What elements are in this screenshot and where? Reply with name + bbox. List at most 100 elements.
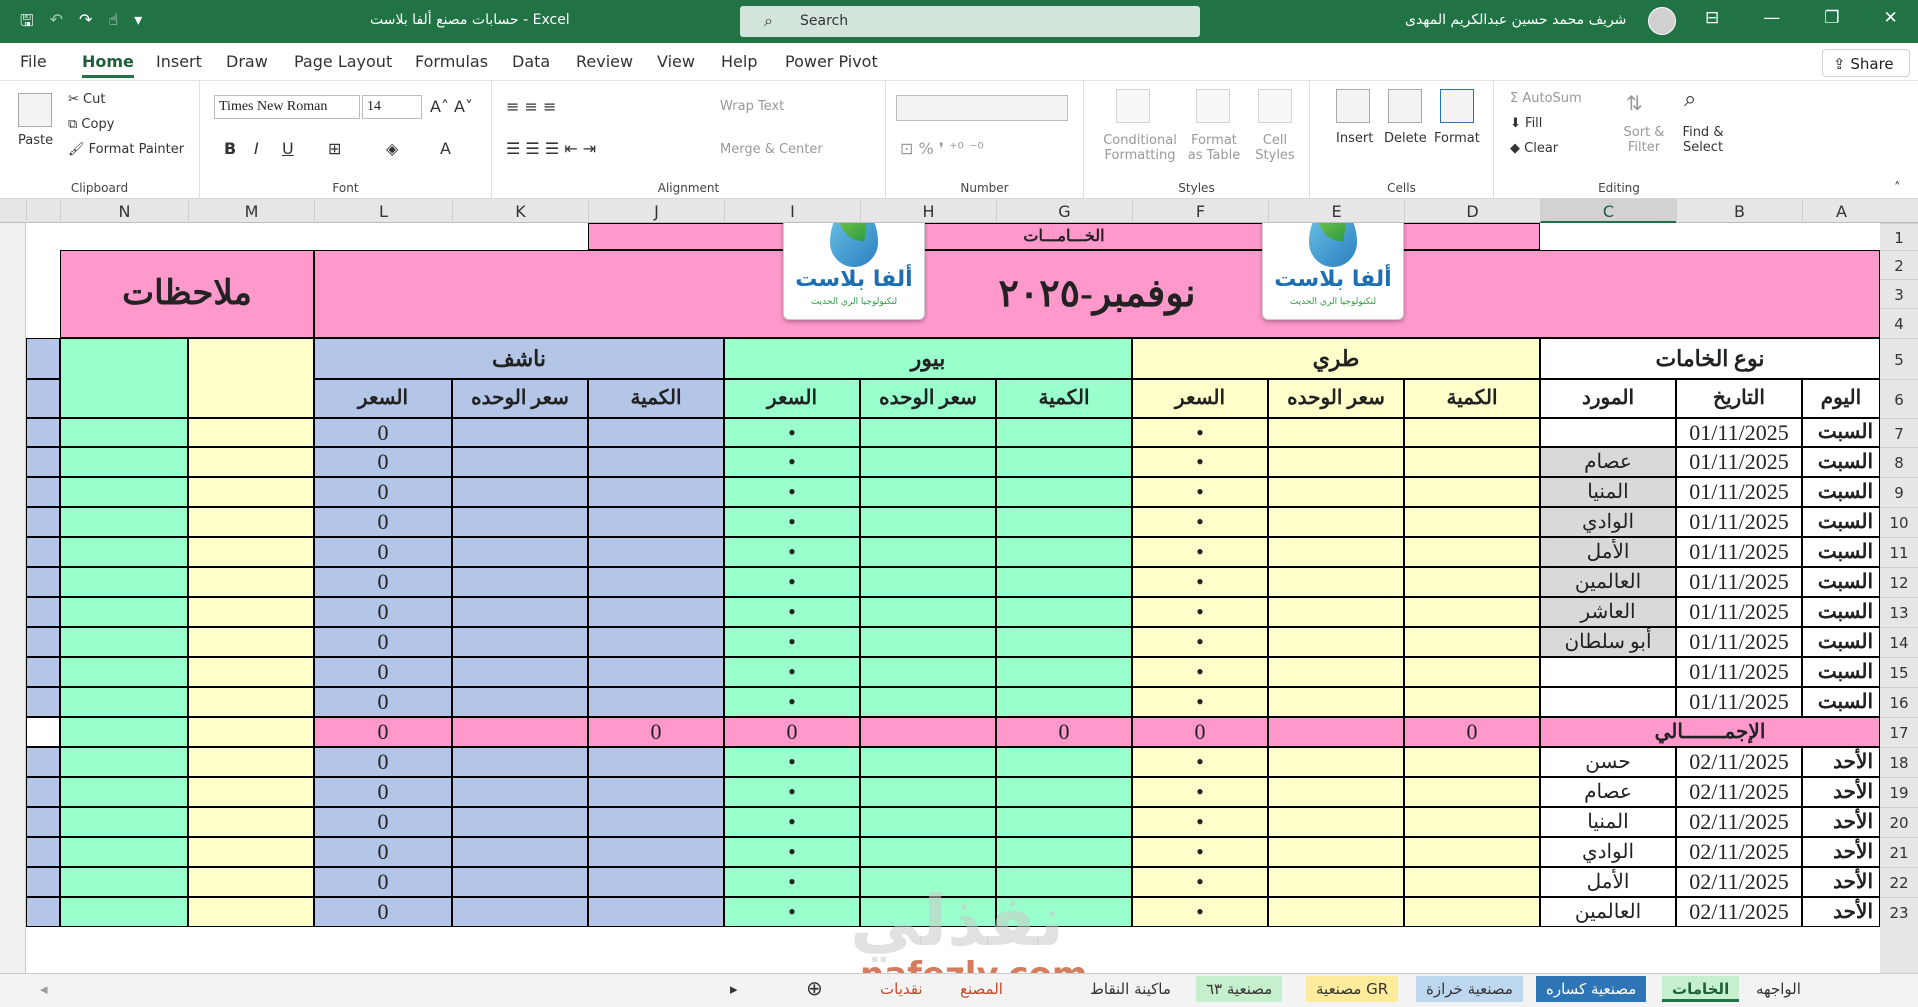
find-select-button[interactable]: Find & Select (1674, 125, 1732, 155)
cell[interactable] (1268, 657, 1404, 687)
cell[interactable] (1404, 418, 1540, 447)
cell[interactable] (26, 447, 60, 477)
cell[interactable] (188, 418, 314, 447)
cell[interactable] (452, 627, 588, 657)
cell[interactable] (588, 747, 724, 777)
supplier-cell[interactable]: المنيا (1540, 807, 1676, 837)
delete-cells-icon[interactable] (1388, 89, 1422, 123)
row-header[interactable]: 5 (1880, 338, 1918, 379)
cell[interactable] (1268, 507, 1404, 537)
total-cell[interactable] (1268, 717, 1404, 747)
row-header[interactable]: 15 (1880, 657, 1918, 687)
column-header[interactable]: I (724, 199, 860, 223)
day-cell[interactable]: السبت (1802, 418, 1880, 447)
value-cell[interactable]: • (1132, 627, 1268, 657)
date-cell[interactable]: 01/11/2025 (1676, 477, 1802, 507)
cell[interactable] (26, 807, 60, 837)
restore-icon[interactable]: ❐ (1824, 8, 1839, 28)
tab-review[interactable]: Review (576, 52, 633, 71)
cell[interactable] (452, 418, 588, 447)
day-cell[interactable]: الأحد (1802, 837, 1880, 867)
column-header[interactable]: H (860, 199, 996, 223)
cell[interactable] (996, 597, 1132, 627)
value-cell[interactable]: • (1132, 837, 1268, 867)
cell[interactable] (1404, 477, 1540, 507)
cell[interactable] (452, 867, 588, 897)
row-header[interactable]: 21 (1880, 837, 1918, 867)
cell[interactable] (1268, 447, 1404, 477)
value-cell[interactable]: • (1132, 597, 1268, 627)
cell[interactable] (60, 747, 188, 777)
day-cell[interactable]: الأحد (1802, 897, 1880, 927)
cell[interactable] (60, 418, 188, 447)
row-header[interactable]: 23 (1880, 897, 1918, 927)
cell[interactable] (188, 897, 314, 927)
cell[interactable] (26, 897, 60, 927)
row-header[interactable]: 18 (1880, 747, 1918, 777)
sheet-tab[interactable]: مصنعية خرازة (1416, 976, 1523, 1002)
value-cell[interactable]: • (724, 657, 860, 687)
cell-styles-button[interactable]: Cell Styles (1250, 133, 1300, 163)
total-cell[interactable] (860, 717, 996, 747)
collapse-ribbon-icon[interactable]: ˄ (1894, 181, 1901, 196)
sheet-tab[interactable]: مصنعية كساره (1536, 976, 1647, 1002)
cell[interactable] (588, 418, 724, 447)
cell[interactable] (60, 537, 188, 567)
cell[interactable] (860, 418, 996, 447)
supplier-cell[interactable] (1540, 418, 1676, 447)
day-cell[interactable]: الأحد (1802, 777, 1880, 807)
cell[interactable] (26, 777, 60, 807)
worksheet-grid[interactable]: الخـــامـــات ملاحظات نوفمبر-٢٠٢٥ ناشف بيور ط… (26, 223, 1880, 973)
tab-insert[interactable]: Insert (156, 52, 202, 71)
font-family-select[interactable]: Times New Roman (214, 95, 360, 119)
tab-data[interactable]: Data (512, 52, 550, 71)
day-cell[interactable]: السبت (1802, 687, 1880, 717)
cell[interactable] (860, 807, 996, 837)
value-cell[interactable]: • (724, 537, 860, 567)
value-cell[interactable]: • (1132, 747, 1268, 777)
sheet-tab[interactable]: نقديات (870, 976, 933, 1002)
cell[interactable] (1404, 807, 1540, 837)
cell[interactable] (60, 223, 588, 250)
value-cell[interactable]: • (1132, 477, 1268, 507)
row-header[interactable]: 4 (1880, 308, 1918, 338)
cell[interactable] (188, 747, 314, 777)
date-cell[interactable]: 01/11/2025 (1676, 447, 1802, 477)
cell[interactable] (1268, 627, 1404, 657)
row-header[interactable]: 22 (1880, 867, 1918, 897)
cell[interactable] (26, 338, 60, 379)
cell[interactable] (26, 597, 60, 627)
cell[interactable] (996, 447, 1132, 477)
value-cell[interactable]: 0 (314, 777, 452, 807)
total-cell[interactable]: 0 (996, 717, 1132, 747)
column-header[interactable]: B (1676, 199, 1802, 223)
cell[interactable] (1268, 777, 1404, 807)
date-cell[interactable]: 02/11/2025 (1676, 807, 1802, 837)
cell[interactable] (188, 597, 314, 627)
value-cell[interactable]: • (724, 897, 860, 927)
cell[interactable] (452, 687, 588, 717)
cell[interactable] (60, 627, 188, 657)
total-cell[interactable] (452, 717, 588, 747)
value-cell[interactable]: • (724, 418, 860, 447)
sheet-tab[interactable]: المصنع (950, 976, 1013, 1002)
align-top-icon[interactable]: ≡ ≡ ≡ (506, 97, 556, 116)
value-cell[interactable]: • (1132, 418, 1268, 447)
date-cell[interactable]: 02/11/2025 (1676, 747, 1802, 777)
cell[interactable] (452, 837, 588, 867)
supplier-cell[interactable]: الوادي (1540, 837, 1676, 867)
row-header[interactable]: 8 (1880, 447, 1918, 477)
cell[interactable] (60, 447, 188, 477)
cell[interactable] (1268, 477, 1404, 507)
cell[interactable] (1268, 418, 1404, 447)
cell[interactable] (1268, 807, 1404, 837)
scroll-right-icon[interactable]: ▸ (720, 976, 748, 1002)
cell[interactable] (588, 837, 724, 867)
delete-cells-button[interactable]: Delete (1384, 131, 1427, 146)
underline-icon[interactable]: U (282, 139, 294, 158)
paste-button[interactable]: Paste (18, 133, 53, 148)
value-cell[interactable]: • (1132, 687, 1268, 717)
cell[interactable] (1404, 567, 1540, 597)
column-label[interactable]: السعر (1132, 379, 1268, 418)
cell[interactable] (996, 477, 1132, 507)
